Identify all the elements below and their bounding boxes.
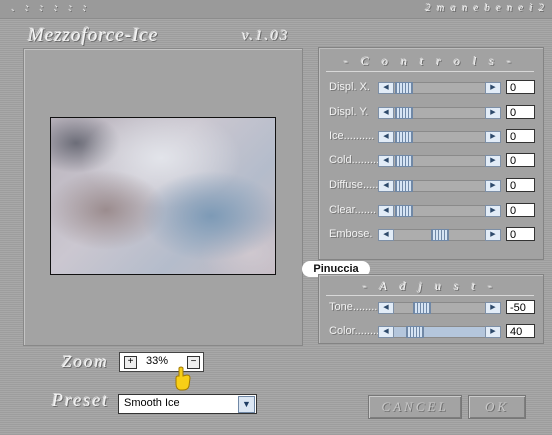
left-arrow-icon[interactable]: ◀ — [378, 302, 394, 314]
slider-tone[interactable]: ◀ ▶ — [378, 302, 501, 314]
adjust-divider — [326, 295, 534, 296]
slider-label-tone: Tone......... — [329, 301, 381, 313]
right-arrow-icon[interactable]: ▶ — [485, 302, 501, 314]
cancel-button[interactable]: CANCEL — [368, 395, 462, 419]
vendor-name: 2 m a n e b e n e i 2 — [425, 3, 546, 14]
value-embose[interactable]: 0 — [506, 227, 535, 241]
slider-thumb[interactable] — [395, 180, 413, 192]
slider-thumb[interactable] — [406, 326, 424, 338]
value-cold[interactable]: 0 — [506, 153, 535, 167]
preview-image — [50, 117, 276, 275]
right-arrow-icon[interactable]: ▶ — [485, 326, 501, 338]
left-arrow-icon[interactable]: ◀ — [378, 180, 394, 192]
slider-thumb[interactable] — [413, 302, 431, 314]
right-arrow-icon[interactable]: ▶ — [485, 131, 501, 143]
slider-label-clear: Clear....... — [329, 204, 377, 216]
left-arrow-icon[interactable]: ◀ — [378, 205, 394, 217]
preset-select[interactable]: Smooth Ice ▼ — [118, 394, 257, 414]
slider-color[interactable]: ◀ ▶ — [378, 326, 501, 338]
slider-label-color: Color........ — [329, 325, 380, 337]
ok-button[interactable]: OK — [468, 395, 526, 419]
value-tone[interactable]: -50 — [506, 300, 535, 314]
value-ice[interactable]: 0 — [506, 129, 535, 143]
zoom-in-button[interactable]: + — [124, 356, 137, 369]
value-displ-x[interactable]: 0 — [506, 80, 535, 94]
app-title: Mezzoforce-Ice — [28, 25, 159, 46]
left-arrow-icon[interactable]: ◀ — [378, 326, 394, 338]
slider-embose[interactable]: ◀ ▶ — [378, 229, 501, 241]
controls-divider — [326, 71, 534, 72]
slider-ice[interactable]: ◀ ▶ — [378, 131, 501, 143]
slider-cold[interactable]: ◀ ▶ — [378, 155, 501, 167]
slider-thumb[interactable] — [431, 229, 449, 241]
slider-label-diffuse: Diffuse..... — [329, 179, 379, 191]
adjust-title: - A d j u s t - — [362, 279, 498, 293]
slider-thumb[interactable] — [395, 82, 413, 94]
title-dots: . : : : : : — [12, 2, 91, 14]
value-diffuse[interactable]: 0 — [506, 178, 535, 192]
zoom-value: 33% — [146, 355, 169, 367]
right-arrow-icon[interactable]: ▶ — [485, 180, 501, 192]
left-arrow-icon[interactable]: ◀ — [378, 131, 394, 143]
value-color[interactable]: 40 — [506, 324, 535, 338]
top-bar: . : : : : : 2 m a n e b e n e i 2 — [0, 0, 552, 19]
right-arrow-icon[interactable]: ▶ — [485, 155, 501, 167]
value-displ-y[interactable]: 0 — [506, 105, 535, 119]
left-arrow-icon[interactable]: ◀ — [378, 229, 394, 241]
slider-displ-x[interactable]: ◀ ▶ — [378, 82, 501, 94]
slider-displ-y[interactable]: ◀ ▶ — [378, 107, 501, 119]
right-arrow-icon[interactable]: ▶ — [485, 107, 501, 119]
slider-clear[interactable]: ◀ ▶ — [378, 205, 501, 217]
zoom-label: Zoom — [62, 352, 109, 371]
slider-label-cold: Cold......... — [329, 154, 380, 166]
chevron-down-icon[interactable]: ▼ — [238, 396, 255, 413]
slider-thumb[interactable] — [395, 107, 413, 119]
right-arrow-icon[interactable]: ▶ — [485, 205, 501, 217]
preset-label: Preset — [52, 390, 110, 410]
right-arrow-icon[interactable]: ▶ — [485, 229, 501, 241]
slider-label-displ-y: Displ. Y. — [329, 106, 369, 118]
controls-title: - C o n t r o l s - — [343, 54, 516, 68]
slider-label-embose: Embose. — [329, 228, 373, 240]
preset-value: Smooth Ice — [124, 397, 180, 409]
left-arrow-icon[interactable]: ◀ — [378, 82, 394, 94]
value-clear[interactable]: 0 — [506, 203, 535, 217]
app-version: v.1.03 — [242, 28, 290, 44]
slider-thumb[interactable] — [395, 131, 413, 143]
left-arrow-icon[interactable]: ◀ — [378, 155, 394, 167]
slider-thumb[interactable] — [395, 155, 413, 167]
slider-label-displ-x: Displ. X. — [329, 81, 370, 93]
left-arrow-icon[interactable]: ◀ — [378, 107, 394, 119]
slider-label-ice: Ice.......... — [329, 130, 375, 142]
hand-pointer-icon — [175, 366, 191, 391]
slider-diffuse[interactable]: ◀ ▶ — [378, 180, 501, 192]
slider-thumb[interactable] — [395, 205, 413, 217]
right-arrow-icon[interactable]: ▶ — [485, 82, 501, 94]
